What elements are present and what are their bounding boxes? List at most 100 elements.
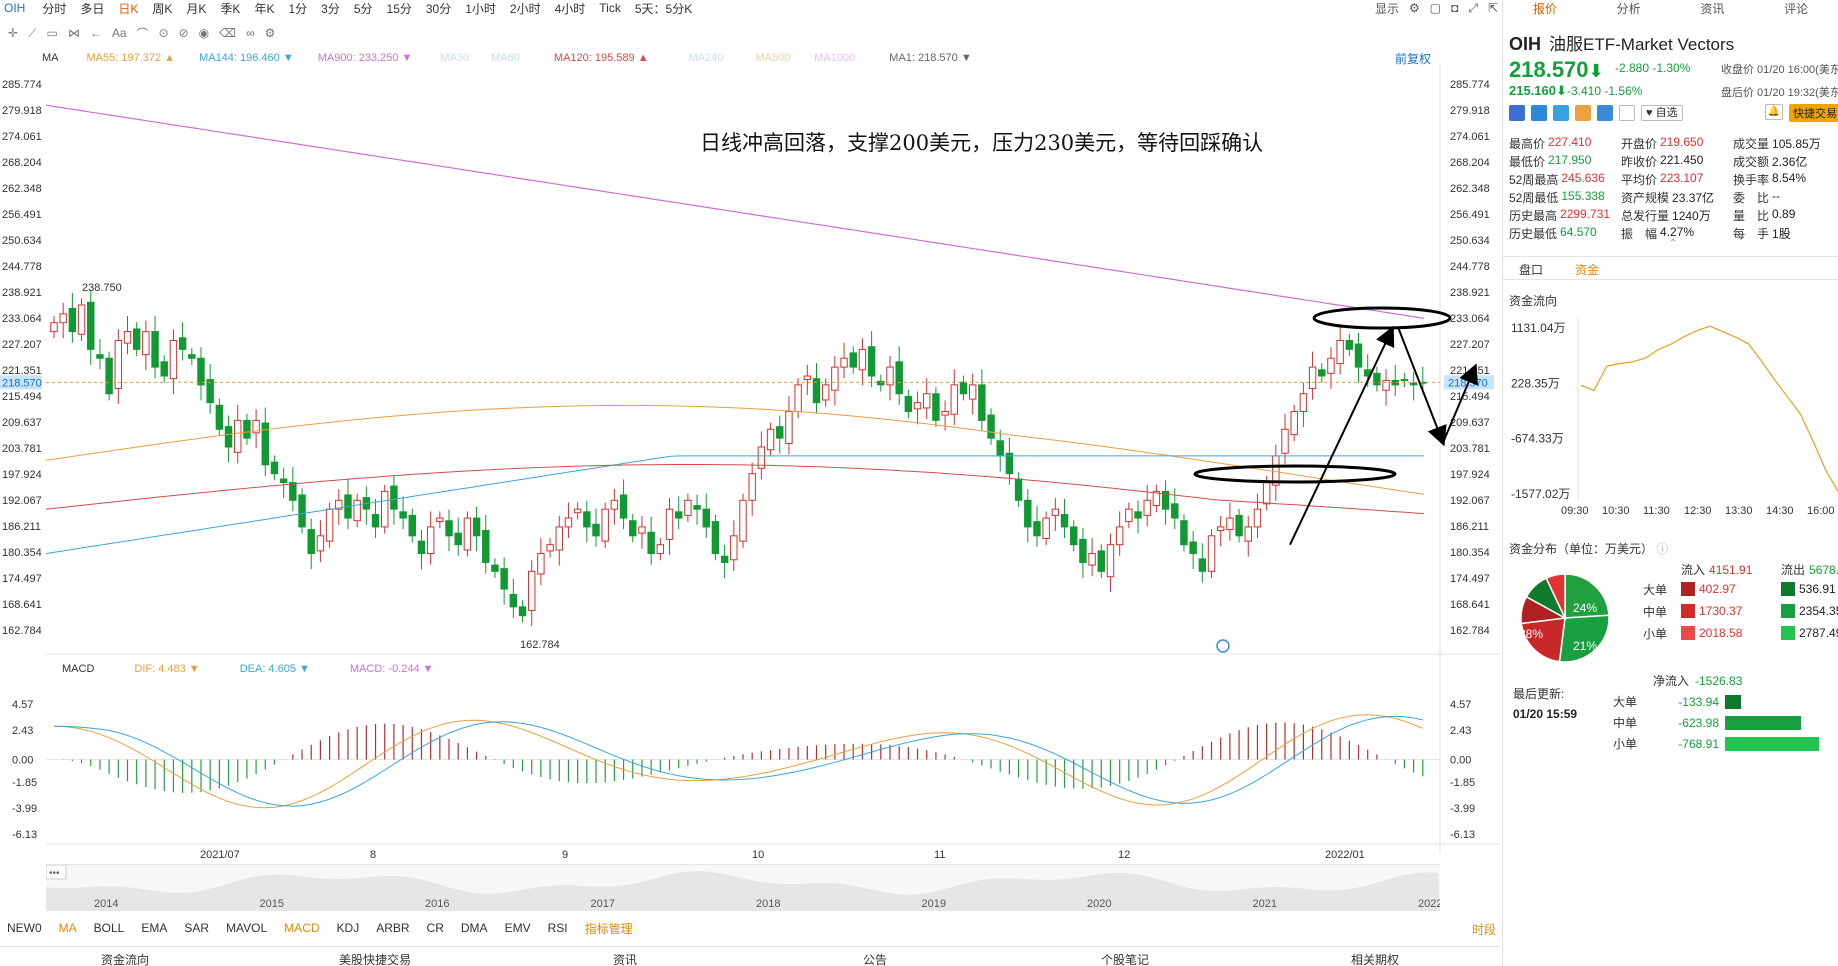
chart-icon[interactable]: [1553, 105, 1569, 121]
quote-tab[interactable]: 报价: [1503, 0, 1587, 16]
timeframe-15[interactable]: Tick: [592, 1, 628, 15]
indicator-macd[interactable]: MACD: [277, 921, 329, 935]
candle-body: [959, 381, 968, 395]
tag-icon[interactable]: [1597, 105, 1613, 121]
collapse-icon[interactable]: ⌃: [1669, 238, 1677, 249]
candle-body: [1345, 339, 1354, 350]
timeframe-0[interactable]: 分时: [35, 0, 73, 17]
timeframe-6[interactable]: 年K: [247, 0, 281, 17]
ma-legend-item[interactable]: MA240: [689, 52, 724, 64]
bottom-tab[interactable]: 公告: [750, 947, 1000, 966]
lock-icon[interactable]: ⊘: [179, 26, 189, 40]
indicator-mavol[interactable]: MAVOL: [219, 921, 277, 935]
event-marker-icon[interactable]: [1216, 639, 1230, 653]
timeframe-11[interactable]: 30分: [419, 0, 458, 17]
ma-legend-item[interactable]: MA60: [491, 52, 520, 64]
line-tool-icon[interactable]: ⟋: [28, 26, 36, 41]
gear-icon[interactable]: ⚙: [265, 26, 276, 40]
timeframe-4[interactable]: 月K: [179, 0, 213, 17]
ma-legend-item[interactable]: MA1000: [814, 52, 855, 64]
navigator-area[interactable]: ••• 2014 2015 2016 2017 2018 2019 2020 2021 2022: [45, 864, 1442, 911]
indicator-ma[interactable]: MA: [52, 921, 87, 935]
indicator-arbr[interactable]: ARBR: [369, 921, 419, 935]
time-navigator[interactable]: ••• 2014 2015 2016 2017 2018 2019 2020 2021 2022: [45, 864, 1442, 911]
analysis-annotation[interactable]: 日线冲高回落，支撑200美元，压力230美元，等待回踩确认: [700, 131, 1263, 155]
bell-icon[interactable]: 🔔: [1765, 104, 1783, 120]
bottom-tab[interactable]: 资讯: [500, 947, 750, 966]
quote-tab[interactable]: 分析: [1587, 0, 1671, 16]
display-menu[interactable]: 显示: [1375, 0, 1399, 17]
detail-subtab[interactable]: 资金: [1559, 257, 1615, 279]
ma-legend-item[interactable]: MA900: 233.250 ▼: [318, 52, 413, 64]
watchlist-button[interactable]: ♥ 自选: [1641, 105, 1683, 121]
ma-legend-item[interactable]: MA: [42, 52, 59, 64]
settings-icon[interactable]: ⚙: [1409, 1, 1420, 15]
indicator-boll[interactable]: BOLL: [87, 921, 135, 935]
alert-icon[interactable]: [1575, 105, 1591, 121]
resistance-ellipse[interactable]: [1312, 306, 1452, 330]
indicator-rsi[interactable]: RSI: [541, 921, 578, 935]
fullscreen-icon[interactable]: ⤢: [1468, 1, 1478, 16]
note-icon[interactable]: [1619, 105, 1635, 121]
timeframe-9[interactable]: 5分: [347, 0, 380, 17]
crosshair-icon[interactable]: ✛: [8, 26, 18, 40]
share-icon[interactable]: [1531, 105, 1547, 121]
quick-trade-button[interactable]: 快捷交易: [1789, 104, 1838, 122]
arrow-tool-icon[interactable]: ←: [90, 26, 102, 40]
camera-icon[interactable]: ◘: [1451, 1, 1458, 15]
indicator-dma[interactable]: DMA: [454, 921, 498, 935]
layout-icon[interactable]: ▢: [1430, 1, 1441, 15]
macd-legend-item[interactable]: MACD: -0.244 ▼: [350, 663, 434, 675]
timeframe-2[interactable]: 日K: [111, 0, 145, 17]
ma-legend-item[interactable]: MA120: 195.589 ▲: [554, 52, 649, 64]
timeframe-3[interactable]: 周K: [145, 0, 179, 17]
period-button[interactable]: 时段: [1472, 921, 1496, 938]
timeframe-10[interactable]: 15分: [380, 0, 419, 17]
timeframe-13[interactable]: 2小时: [503, 0, 548, 17]
ma-legend-item[interactable]: MA30: [440, 52, 469, 64]
rect-tool-icon[interactable]: ▭: [46, 26, 57, 40]
timeframe-7[interactable]: 1分: [281, 0, 314, 17]
indicator-kdj[interactable]: KDJ: [330, 921, 370, 935]
timeframe-14[interactable]: 4小时: [548, 0, 593, 17]
bottom-tab[interactable]: 美股快捷交易: [250, 947, 500, 966]
bottom-tab[interactable]: 相关期权: [1250, 947, 1500, 966]
kline-chart[interactable]: 285.774 285.774 279.918 279.918 274.061 274.0…: [0, 64, 1500, 864]
macd-legend-item[interactable]: MACD: [62, 663, 94, 675]
popout-icon[interactable]: ⇱: [1488, 1, 1498, 15]
bottom-tab[interactable]: 个股笔记: [1000, 947, 1250, 966]
timeframe-16[interactable]: 5天：5分K: [628, 0, 699, 17]
ma-legend-item[interactable]: MA1: 218.570 ▼: [889, 52, 971, 64]
measure-icon[interactable]: ⌒: [137, 25, 149, 42]
link-icon[interactable]: ∞: [246, 26, 255, 40]
indicator-cr[interactable]: CR: [420, 921, 454, 935]
ma-legend-item[interactable]: MA500: [755, 52, 790, 64]
text-tool-icon[interactable]: Aa: [112, 26, 127, 40]
eye-icon[interactable]: ◉: [199, 26, 209, 40]
magnet-icon[interactable]: ⊙: [159, 26, 169, 40]
indicator-manage-button[interactable]: 指标管理: [578, 920, 643, 937]
macd-legend-item[interactable]: DIF: 4.483 ▼: [134, 663, 199, 675]
indicator-ema[interactable]: EMA: [134, 921, 177, 935]
indicator-new0[interactable]: NEW0: [0, 921, 52, 935]
trash-icon[interactable]: ⌫: [219, 26, 236, 40]
support-ellipse[interactable]: [1193, 464, 1397, 484]
indicator-sar[interactable]: SAR: [177, 921, 219, 935]
detail-subtab[interactable]: 盘口: [1503, 257, 1559, 279]
trading-app: OIH 分时 多日 日K 周K 月K 季K 年K 1分 3分 5分 15分 30分 1小时 2小时 4小时 T…: [0, 0, 1838, 966]
bottom-tab[interactable]: 资金流向: [0, 947, 250, 966]
quote-tab[interactable]: 资讯: [1671, 0, 1755, 16]
help-icon[interactable]: ⓘ: [1656, 542, 1668, 556]
timeframe-1[interactable]: 多日: [73, 0, 111, 17]
quote-tab[interactable]: 评论: [1754, 0, 1838, 16]
ma-legend-item[interactable]: MA144: 196.460 ▼: [199, 52, 294, 64]
timeframe-5[interactable]: 季K: [213, 0, 247, 17]
indicator-emv[interactable]: EMV: [498, 921, 541, 935]
us-flag-icon[interactable]: [1509, 105, 1525, 121]
timeframe-12[interactable]: 1小时: [458, 0, 503, 17]
fib-tool-icon[interactable]: ⋈: [68, 26, 80, 40]
timeframe-8[interactable]: 3分: [314, 0, 347, 17]
ma-legend-item[interactable]: MA55: 197.372 ▲: [87, 52, 176, 64]
symbol-label[interactable]: OIH: [0, 1, 35, 15]
macd-legend-item[interactable]: DEA: 4.605 ▼: [240, 663, 310, 675]
